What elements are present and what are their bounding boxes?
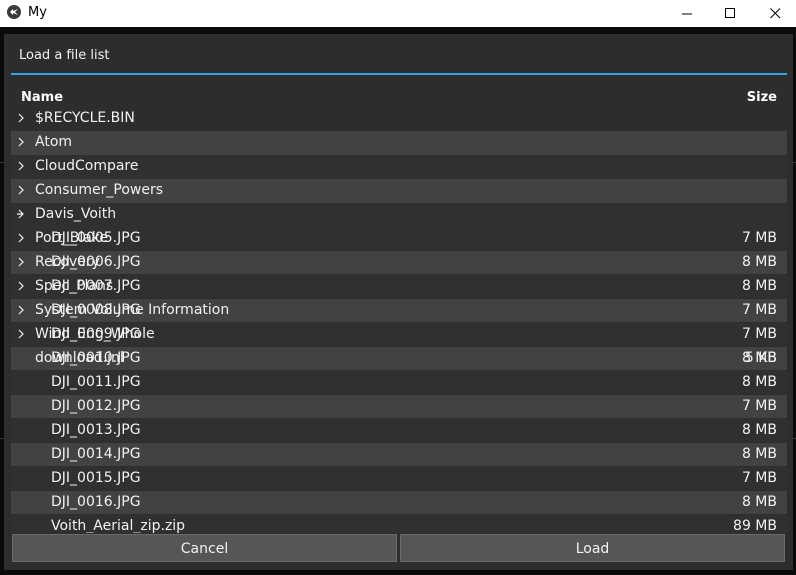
file-name: DJI_0013.JPG bbox=[51, 422, 141, 438]
maximize-button[interactable] bbox=[707, 0, 753, 27]
file-row[interactable]: DJI_0016.JPG 8 MB bbox=[11, 491, 787, 514]
chevron-right-icon[interactable] bbox=[15, 232, 27, 244]
folder-node-recovery[interactable]: Recovery bbox=[11, 251, 787, 275]
folder-name: Port_Blake bbox=[35, 230, 109, 246]
column-header-size[interactable]: Size bbox=[740, 90, 777, 106]
chevron-right-icon[interactable] bbox=[15, 112, 27, 124]
chevron-right-icon[interactable] bbox=[15, 160, 27, 172]
file-name: DJI_0016.JPG bbox=[51, 494, 141, 510]
minimize-button[interactable] bbox=[664, 0, 710, 27]
file-name: DJI_0014.JPG bbox=[51, 446, 141, 462]
file-size: 8 MB bbox=[741, 494, 777, 510]
app-logo-icon bbox=[7, 5, 21, 19]
file-size: 7 MB bbox=[741, 470, 777, 486]
folder-node-port-blake[interactable]: Port_Blake bbox=[11, 227, 787, 251]
file-name: download.jnl bbox=[35, 350, 124, 366]
file-row[interactable]: DJI_0013.JPG 8 MB bbox=[11, 419, 787, 442]
file-name: DJI_0015.JPG bbox=[51, 470, 141, 486]
file-size: 8 MB bbox=[741, 422, 777, 438]
cancel-button[interactable]: Cancel bbox=[12, 534, 397, 562]
minimize-icon bbox=[681, 13, 692, 15]
folder-name: Atom bbox=[35, 134, 73, 150]
folder-node-davis-voith[interactable]: Davis_Voith bbox=[11, 203, 787, 227]
chevron-right-icon[interactable] bbox=[15, 256, 27, 268]
chevron-right-icon[interactable] bbox=[15, 184, 27, 196]
chevron-right-icon[interactable] bbox=[15, 136, 27, 148]
dialog-title: Load a file list bbox=[19, 48, 110, 63]
folder-node-consumer-powers[interactable]: Consumer_Powers bbox=[11, 179, 787, 203]
folder-node-cloudcompare[interactable]: CloudCompare bbox=[11, 155, 787, 179]
folder-name: System Volume Information bbox=[35, 302, 230, 318]
file-row[interactable]: DJI_0014.JPG 8 MB bbox=[11, 443, 787, 466]
file-list[interactable]: DJI_0005.JPG 7 MB DJI_0006.JPG 8 MB DJI_… bbox=[11, 107, 787, 533]
folder-node-recycle-bin[interactable]: $RECYCLE.BIN bbox=[11, 107, 787, 131]
file-row[interactable]: DJI_0012.JPG 7 MB bbox=[11, 395, 787, 418]
chevron-right-icon[interactable] bbox=[15, 280, 27, 292]
close-button[interactable] bbox=[752, 0, 796, 27]
file-row[interactable]: Voith_Aerial_zip.zip 89 MB bbox=[11, 515, 787, 533]
chevron-right-icon[interactable] bbox=[15, 328, 27, 340]
chevron-right-icon[interactable] bbox=[15, 304, 27, 316]
maximize-icon bbox=[724, 8, 735, 18]
file-name: DJI_0011.JPG bbox=[51, 374, 141, 390]
title-separator bbox=[11, 73, 787, 75]
folder-node-system-volume-information[interactable]: System Volume Information bbox=[11, 299, 787, 323]
folder-name: CloudCompare bbox=[35, 158, 139, 174]
file-name: DJI_0012.JPG bbox=[51, 398, 141, 414]
column-header-name[interactable]: Name bbox=[21, 90, 63, 106]
file-row[interactable]: DJI_0011.JPG 8 MB bbox=[11, 371, 787, 394]
folder-name: $RECYCLE.BIN bbox=[35, 110, 135, 126]
file-name: Voith_Aerial_zip.zip bbox=[51, 518, 186, 533]
chevron-expanded-icon[interactable] bbox=[15, 208, 27, 220]
folder-name: Recovery bbox=[35, 254, 100, 270]
folder-node-wind-eng-whole[interactable]: Wind_Eng_Whole bbox=[11, 323, 787, 347]
folder-name: Spec_Plans bbox=[35, 278, 114, 294]
load-button[interactable]: Load bbox=[400, 534, 785, 562]
file-node-download-jnl[interactable]: download.jnl 5 KB bbox=[11, 347, 787, 371]
file-size: 8 MB bbox=[741, 374, 777, 390]
folder-name: Wind_Eng_Whole bbox=[35, 326, 155, 342]
file-row[interactable]: DJI_0015.JPG 7 MB bbox=[11, 467, 787, 490]
folder-name: Davis_Voith bbox=[35, 206, 117, 222]
file-size: 7 MB bbox=[741, 398, 777, 414]
folder-node-atom[interactable]: Atom bbox=[11, 131, 787, 155]
window-titlebar: My bbox=[0, 0, 796, 27]
file-size: 5 KB bbox=[744, 350, 777, 366]
file-size: 89 MB bbox=[733, 518, 777, 533]
folder-node-spec-plans[interactable]: Spec_Plans bbox=[11, 275, 787, 299]
window-title: My bbox=[28, 5, 47, 20]
folder-name: Consumer_Powers bbox=[35, 182, 164, 198]
close-icon bbox=[769, 8, 780, 19]
file-size: 8 MB bbox=[741, 446, 777, 462]
